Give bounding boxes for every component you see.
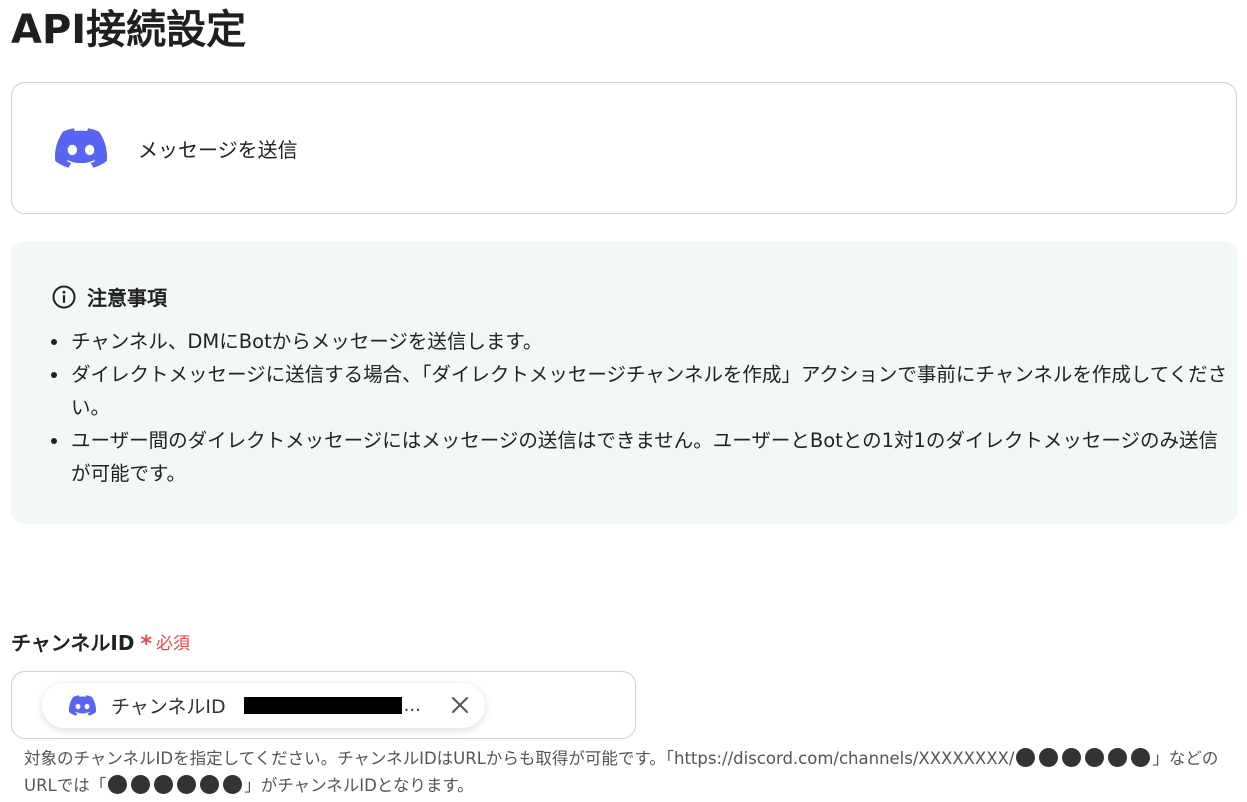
redacted-value — [243, 697, 402, 714]
redaction-dot — [1085, 748, 1105, 767]
notice-item: チャンネル、DMにBotからメッセージを送信します。 — [51, 325, 1231, 358]
clear-value-button[interactable] — [449, 694, 471, 716]
info-circle-icon — [51, 284, 77, 310]
help-text-part: 対象のチャンネルIDを指定してください。チャンネルIDはURLからも取得が可能で… — [24, 749, 1015, 768]
discord-icon — [68, 695, 96, 717]
page-title: API接続設定 — [11, 7, 247, 53]
required-text: 必須 — [155, 634, 190, 654]
channel-id-input[interactable]: チャンネルID ... — [11, 671, 636, 739]
chip-ellipsis: ... — [403, 695, 421, 716]
action-card: メッセージを送信 — [11, 82, 1237, 214]
notice-header: 注意事項 — [51, 282, 167, 311]
channel-id-value-chip[interactable]: チャンネルID ... — [42, 683, 485, 728]
action-label: メッセージを送信 — [138, 137, 298, 162]
channel-id-label-row: チャンネルID * 必須 — [11, 627, 190, 656]
close-icon — [452, 697, 468, 713]
redaction-dot — [177, 775, 197, 794]
notice-item: ダイレクトメッセージに送信する場合、「ダイレクトメッセージチャンネルを作成」アク… — [51, 358, 1231, 424]
redaction-dot — [1039, 748, 1059, 767]
redaction-dot — [108, 775, 128, 794]
notice-item: ユーザー間のダイレクトメッセージにはメッセージの送信はできません。ユーザーとBo… — [51, 424, 1231, 490]
redaction-dot — [1108, 748, 1128, 767]
help-text-part: 」がチャンネルIDとなります。 — [244, 776, 474, 795]
redaction-dot — [131, 775, 151, 794]
api-connection-settings-page: API接続設定 メッセージを送信 注意事項 チャンネル、DMにBotからメッセー… — [0, 0, 1247, 802]
redaction-dot — [200, 775, 220, 794]
discord-icon — [55, 128, 107, 168]
channel-id-help-text: 対象のチャンネルIDを指定してください。チャンネルIDはURLからも取得が可能で… — [24, 745, 1239, 799]
redaction-dot — [1131, 748, 1151, 767]
notice-box: 注意事項 チャンネル、DMにBotからメッセージを送信します。 ダイレクトメッセ… — [11, 241, 1238, 524]
channel-id-label: チャンネルID — [11, 631, 135, 655]
notice-title: 注意事項 — [87, 286, 167, 310]
redaction-dot — [1062, 748, 1082, 767]
redaction-dot — [223, 775, 243, 794]
chip-label: チャンネルID — [111, 696, 226, 718]
redaction-dot — [1016, 748, 1036, 767]
required-asterisk: * — [140, 631, 152, 657]
redaction-dot — [154, 775, 174, 794]
notice-list: チャンネル、DMにBotからメッセージを送信します。 ダイレクトメッセージに送信… — [48, 325, 1231, 490]
